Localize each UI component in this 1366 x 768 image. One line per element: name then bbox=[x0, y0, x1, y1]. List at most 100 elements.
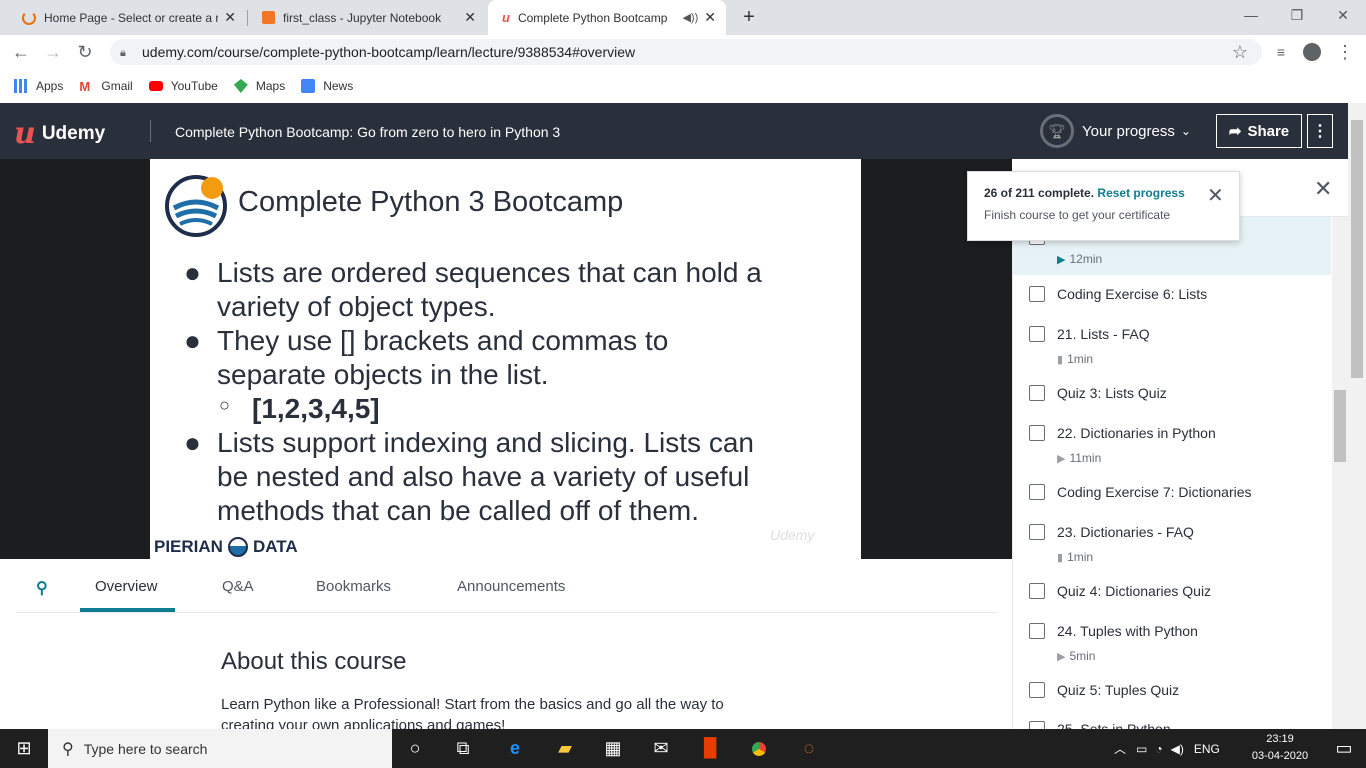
jupyter-icon bbox=[262, 11, 275, 24]
sidebar-scroll-thumb[interactable] bbox=[1334, 390, 1346, 462]
slide-bullet: separate objects in the list. bbox=[217, 359, 549, 390]
reset-progress-link[interactable]: Reset progress bbox=[1097, 186, 1184, 200]
edge-icon[interactable]: e bbox=[492, 729, 538, 768]
close-window-icon[interactable]: ✕ bbox=[1320, 0, 1366, 30]
browser-tab[interactable]: first_class - Jupyter Notebook ✕ bbox=[248, 0, 486, 35]
cortana-icon[interactable]: ○ bbox=[392, 729, 438, 768]
browser-tab-active[interactable]: u Complete Python Bootcamp ◀)) ✕ bbox=[488, 0, 726, 35]
completion-checkbox[interactable] bbox=[1029, 326, 1045, 342]
lecture-duration: 1min bbox=[1067, 352, 1094, 366]
curriculum-item[interactable]: Coding Exercise 6: Lists bbox=[1013, 275, 1331, 314]
tab-overview[interactable]: Overview bbox=[95, 578, 158, 595]
store-icon[interactable]: ▦ bbox=[590, 729, 636, 768]
notification-icon[interactable]: ▭ bbox=[1322, 729, 1366, 768]
bookmark-apps[interactable]: Apps bbox=[14, 79, 63, 93]
taskbar-clock[interactable]: 23:19 03-04-2020 bbox=[1240, 731, 1320, 765]
course-title[interactable]: Complete Python Bootcamp: Go from zero t… bbox=[175, 124, 560, 140]
media-icon[interactable]: ≡ bbox=[1268, 39, 1294, 65]
bullet-dot-icon: ● bbox=[184, 427, 201, 458]
task-view-icon[interactable]: ⧉ bbox=[440, 729, 486, 768]
restore-icon[interactable]: ❐ bbox=[1274, 0, 1320, 30]
curriculum-item[interactable]: Quiz 3: Lists Quiz bbox=[1013, 374, 1331, 413]
tab-title: first_class - Jupyter Notebook bbox=[283, 10, 442, 25]
browser-tab[interactable]: Home Page - Select or create a n ✕ bbox=[8, 0, 246, 35]
bookmark-news[interactable]: News bbox=[301, 79, 353, 93]
completion-checkbox[interactable] bbox=[1029, 385, 1045, 401]
file-explorer-icon[interactable]: ▰ bbox=[542, 729, 588, 768]
completion-checkbox[interactable] bbox=[1029, 484, 1045, 500]
lecture-title: 23. Dictionaries - FAQ bbox=[1057, 524, 1194, 540]
curriculum-item[interactable]: Quiz 5: Tuples Quiz bbox=[1013, 671, 1331, 710]
tab-close-icon[interactable]: ✕ bbox=[464, 9, 476, 26]
lecture-duration: 12min bbox=[1069, 252, 1103, 266]
active-tab-indicator bbox=[80, 608, 175, 612]
bullet-dot-icon: ● bbox=[184, 325, 201, 356]
close-popover-icon[interactable]: ✕ bbox=[1207, 183, 1224, 208]
completion-checkbox[interactable] bbox=[1029, 721, 1045, 729]
volume-icon[interactable]: ◀) bbox=[1171, 742, 1184, 756]
bookmark-youtube[interactable]: YouTube bbox=[148, 79, 218, 93]
bookmark-label: News bbox=[323, 79, 354, 93]
back-icon[interactable]: ← bbox=[8, 39, 34, 65]
jupyter-taskbar-icon[interactable]: ◌ bbox=[786, 729, 832, 768]
office-icon[interactable]: ▉ bbox=[688, 729, 734, 768]
progress-dropdown[interactable]: 🏆︎ Your progress ⌄ bbox=[1040, 114, 1191, 148]
bookmark-gmail[interactable]: M Gmail bbox=[79, 79, 132, 94]
share-button[interactable]: ➦ Share bbox=[1216, 114, 1302, 148]
mail-icon[interactable]: ✉ bbox=[638, 729, 684, 768]
tab-announcements[interactable]: Announcements bbox=[457, 578, 565, 595]
url-text: udemy.com/course/complete-python-bootcam… bbox=[142, 44, 636, 60]
sidebar-scrollbar[interactable] bbox=[1332, 217, 1348, 729]
menu-icon[interactable]: ⋮ bbox=[1332, 39, 1358, 65]
completion-checkbox[interactable] bbox=[1029, 425, 1045, 441]
tab-close-icon[interactable]: ✕ bbox=[224, 9, 236, 26]
close-sidebar-icon[interactable]: ✕ bbox=[1314, 176, 1332, 202]
wifi-icon[interactable]: ◔ bbox=[1155, 742, 1162, 756]
network-icon[interactable]: ▭ bbox=[1136, 742, 1147, 756]
search-icon[interactable]: ⚲ bbox=[36, 578, 48, 598]
forward-icon[interactable]: → bbox=[40, 39, 66, 65]
completion-checkbox[interactable] bbox=[1029, 623, 1045, 639]
input-language[interactable]: ENG bbox=[1194, 742, 1220, 756]
speaker-icon[interactable]: ◀)) bbox=[682, 11, 698, 24]
completion-checkbox[interactable] bbox=[1029, 583, 1045, 599]
slide-bullet: Lists are ordered sequences that can hol… bbox=[217, 257, 762, 288]
tab-title: Home Page - Select or create a n bbox=[44, 10, 219, 25]
reload-icon[interactable]: ↻ bbox=[72, 39, 98, 65]
progress-popover: 26 of 211 complete. Reset progress Finis… bbox=[967, 171, 1240, 241]
address-bar[interactable]: 🔒︎ udemy.com/course/complete-python-boot… bbox=[110, 39, 1262, 65]
pierian-logo-icon bbox=[227, 537, 248, 557]
curriculum-item[interactable]: 23. Dictionaries - FAQ ▮ 1min bbox=[1013, 512, 1331, 572]
star-icon[interactable]: ☆ bbox=[1227, 39, 1253, 65]
pierian-data-logo: PIERIAN DATA bbox=[154, 537, 298, 557]
taskbar-search[interactable]: ⚲ Type here to search bbox=[48, 729, 392, 768]
completion-checkbox[interactable] bbox=[1029, 286, 1045, 302]
curriculum-item[interactable]: 24. Tuples with Python ▶ 5min bbox=[1013, 611, 1331, 671]
chrome-icon[interactable] bbox=[736, 729, 782, 768]
apps-grid-icon bbox=[14, 79, 28, 93]
tab-qa[interactable]: Q&A bbox=[222, 578, 254, 595]
loading-icon bbox=[22, 10, 36, 25]
header-divider bbox=[150, 120, 151, 142]
play-icon: ▶ bbox=[1057, 253, 1066, 266]
lecture-title: 22. Dictionaries in Python bbox=[1057, 425, 1216, 441]
bookmark-label: YouTube bbox=[170, 79, 218, 93]
curriculum-item[interactable]: 21. Lists - FAQ ▮ 1min bbox=[1013, 314, 1331, 374]
new-tab-button[interactable]: + bbox=[736, 4, 762, 30]
more-options-button[interactable]: ⋮ bbox=[1307, 114, 1333, 148]
completion-checkbox[interactable] bbox=[1029, 682, 1045, 698]
minimize-icon[interactable]: — bbox=[1228, 0, 1274, 30]
curriculum-item[interactable]: Quiz 4: Dictionaries Quiz bbox=[1013, 572, 1331, 611]
page-scroll-thumb[interactable] bbox=[1351, 120, 1363, 378]
tab-close-icon[interactable]: ✕ bbox=[704, 9, 716, 26]
tab-bookmarks[interactable]: Bookmarks bbox=[316, 578, 391, 595]
completion-checkbox[interactable] bbox=[1029, 524, 1045, 540]
curriculum-item[interactable]: Coding Exercise 7: Dictionaries bbox=[1013, 473, 1331, 512]
windows-start-icon[interactable]: ⊞ bbox=[0, 729, 48, 768]
bookmark-maps[interactable]: Maps bbox=[233, 79, 285, 93]
chevron-up-icon[interactable]: ︿ bbox=[1114, 740, 1126, 757]
udemy-logo[interactable]: u Udemy bbox=[14, 116, 105, 151]
curriculum-item[interactable]: 25. Sets in Python bbox=[1013, 710, 1331, 729]
profile-icon[interactable] bbox=[1299, 39, 1325, 65]
curriculum-item[interactable]: 22. Dictionaries in Python ▶ 11min bbox=[1013, 413, 1331, 473]
